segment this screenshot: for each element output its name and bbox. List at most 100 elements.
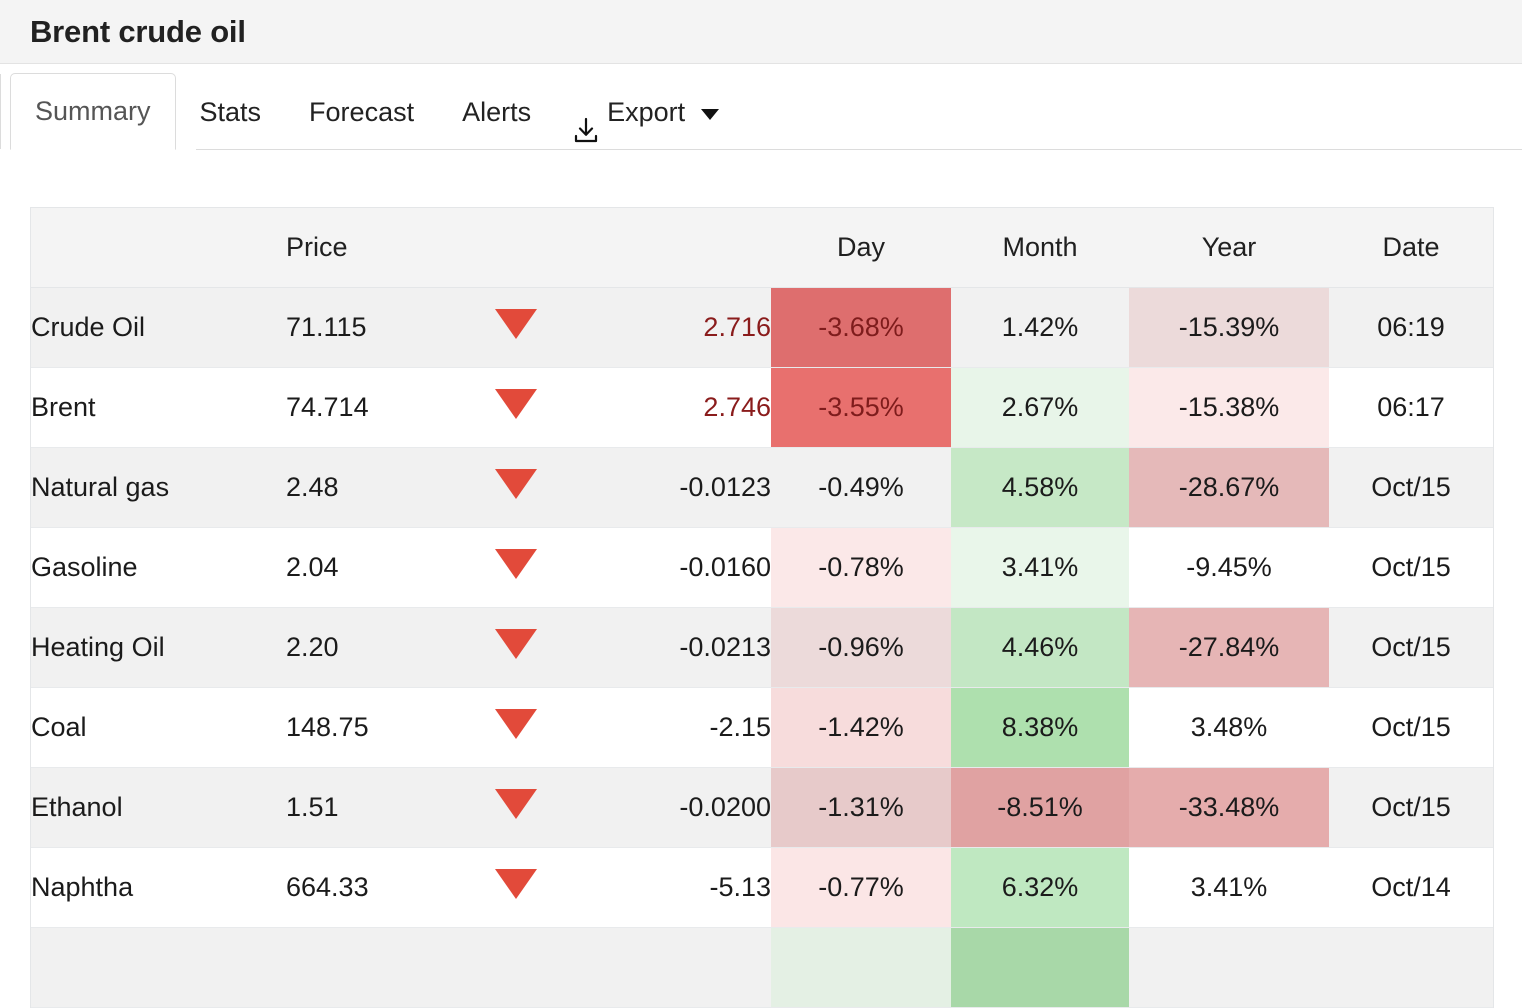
table-row[interactable]: Brent 74.714 2.746 -3.55% 2.67% -15.38% 06:17: [31, 367, 1493, 448]
row-instrument-name: Brent: [31, 367, 286, 448]
row-change: 2.716: [576, 287, 771, 368]
table-row[interactable]: Crude Oil 71.115 2.716 -3.68% 1.42% -15.39% 06…: [31, 287, 1493, 368]
table-row[interactable]: Ethanol 1.51 -0.0200 -1.31% -8.51% -33.48% Oct…: [31, 767, 1493, 848]
row-month-percent: 4.46%: [951, 607, 1129, 688]
row-direction-cell: [456, 527, 576, 608]
col-header-month[interactable]: Month: [951, 208, 1129, 288]
row-instrument-name: Natural gas: [31, 447, 286, 528]
quotes-table-container: Price Day Month Year Date Crude Oil 71.11…: [30, 207, 1494, 1008]
col-header-price[interactable]: Price: [286, 208, 456, 288]
triangle-down-icon: [495, 389, 537, 419]
row-price: [286, 927, 456, 1008]
row-instrument-name: Coal: [31, 687, 286, 768]
row-instrument-name: Heating Oil: [31, 607, 286, 688]
row-price: 71.115: [286, 287, 456, 368]
row-price: 148.75: [286, 687, 456, 768]
row-instrument-name: Crude Oil: [31, 287, 286, 368]
tab-alerts[interactable]: Alerts: [438, 74, 555, 150]
row-year-percent: [1129, 927, 1329, 1008]
table-row[interactable]: Coal 148.75 -2.15 -1.42% 8.38% 3.48% Oct/15: [31, 687, 1493, 768]
tab-summary[interactable]: Summary: [10, 73, 176, 150]
tab-summary-label: Summary: [35, 96, 151, 126]
row-instrument-name: Ethanol: [31, 767, 286, 848]
table-row[interactable]: Gasoline 2.04 -0.0160 -0.78% 3.41% -9.45% Oct/…: [31, 527, 1493, 608]
table-row[interactable]: Naphtha 664.33 -5.13 -0.77% 6.32% 3.41% Oct/14: [31, 847, 1493, 928]
row-month-percent: 3.41%: [951, 527, 1129, 608]
row-month-percent: 1.42%: [951, 287, 1129, 368]
table-body: Crude Oil 71.115 2.716 -3.68% 1.42% -15.39% 06…: [31, 287, 1493, 1008]
title-bar: Brent crude oil: [0, 0, 1522, 64]
row-date: 06:19: [1329, 287, 1493, 368]
row-change: -0.0160: [576, 527, 771, 608]
table-row[interactable]: [31, 927, 1493, 1008]
col-header-change[interactable]: [576, 208, 771, 288]
triangle-down-icon: [495, 309, 537, 339]
row-year-percent: -9.45%: [1129, 527, 1329, 608]
triangle-down-icon: [495, 629, 537, 659]
row-month-percent: 2.67%: [951, 367, 1129, 448]
row-direction-cell: [456, 367, 576, 448]
row-direction-cell: [456, 927, 576, 1008]
col-header-name[interactable]: [31, 208, 286, 288]
col-header-date[interactable]: Date: [1329, 208, 1493, 288]
row-year-percent: -15.38%: [1129, 367, 1329, 448]
row-price: 1.51: [286, 767, 456, 848]
download-icon: [573, 98, 599, 143]
row-date: Oct/15: [1329, 607, 1493, 688]
row-date: Oct/15: [1329, 767, 1493, 848]
row-day-percent: -0.78%: [771, 527, 951, 608]
col-header-day[interactable]: Day: [771, 208, 951, 288]
tab-export[interactable]: Export: [555, 74, 743, 150]
row-price: 2.48: [286, 447, 456, 528]
triangle-down-icon: [495, 709, 537, 739]
row-year-percent: -33.48%: [1129, 767, 1329, 848]
row-change: -5.13: [576, 847, 771, 928]
col-header-direction[interactable]: [456, 208, 576, 288]
row-price: 2.20: [286, 607, 456, 688]
row-day-percent: -0.77%: [771, 847, 951, 928]
row-year-percent: -28.67%: [1129, 447, 1329, 528]
row-direction-cell: [456, 447, 576, 528]
row-change: -2.15: [576, 687, 771, 768]
triangle-down-icon: [495, 869, 537, 899]
chevron-down-icon: [701, 108, 720, 120]
row-change: -0.0213: [576, 607, 771, 688]
row-year-percent: 3.41%: [1129, 847, 1329, 928]
row-instrument-name: Naphtha: [31, 847, 286, 928]
triangle-down-icon: [495, 469, 537, 499]
row-date: [1329, 927, 1493, 1008]
col-header-year[interactable]: Year: [1129, 208, 1329, 288]
row-instrument-name: [31, 927, 286, 1008]
row-day-percent: -0.49%: [771, 447, 951, 528]
triangle-down-icon: [495, 789, 537, 819]
row-month-percent: -8.51%: [951, 767, 1129, 848]
page-title: Brent crude oil: [30, 13, 246, 49]
tab-export-label: Export: [607, 97, 686, 127]
table-header: Price Day Month Year Date: [31, 208, 1493, 288]
row-year-percent: -15.39%: [1129, 287, 1329, 368]
tab-stats-label: Stats: [199, 97, 262, 127]
tab-forecast[interactable]: Forecast: [285, 74, 438, 150]
tab-forecast-label: Forecast: [309, 97, 415, 127]
row-change: [576, 927, 771, 1008]
row-change: -0.0200: [576, 767, 771, 848]
table-row[interactable]: Heating Oil 2.20 -0.0213 -0.96% 4.46% -27.84%…: [31, 607, 1493, 688]
row-date: Oct/15: [1329, 687, 1493, 768]
table-row[interactable]: Natural gas 2.48 -0.0123 -0.49% 4.58% -28.67%…: [31, 447, 1493, 528]
tab-stats[interactable]: Stats: [176, 74, 286, 150]
row-price: 664.33: [286, 847, 456, 928]
row-change: 2.746: [576, 367, 771, 448]
row-change: -0.0123: [576, 447, 771, 528]
row-day-percent: -3.68%: [771, 287, 951, 368]
tab-alerts-label: Alerts: [462, 97, 532, 127]
row-day-percent: -1.31%: [771, 767, 951, 848]
row-direction-cell: [456, 607, 576, 688]
row-month-percent: 8.38%: [951, 687, 1129, 768]
row-direction-cell: [456, 847, 576, 928]
row-date: Oct/15: [1329, 527, 1493, 608]
tab-bar: Summary Stats Forecast Alerts Export: [0, 64, 1522, 150]
row-year-percent: 3.48%: [1129, 687, 1329, 768]
row-direction-cell: [456, 767, 576, 848]
row-date: Oct/14: [1329, 847, 1493, 928]
row-day-percent: -0.96%: [771, 607, 951, 688]
